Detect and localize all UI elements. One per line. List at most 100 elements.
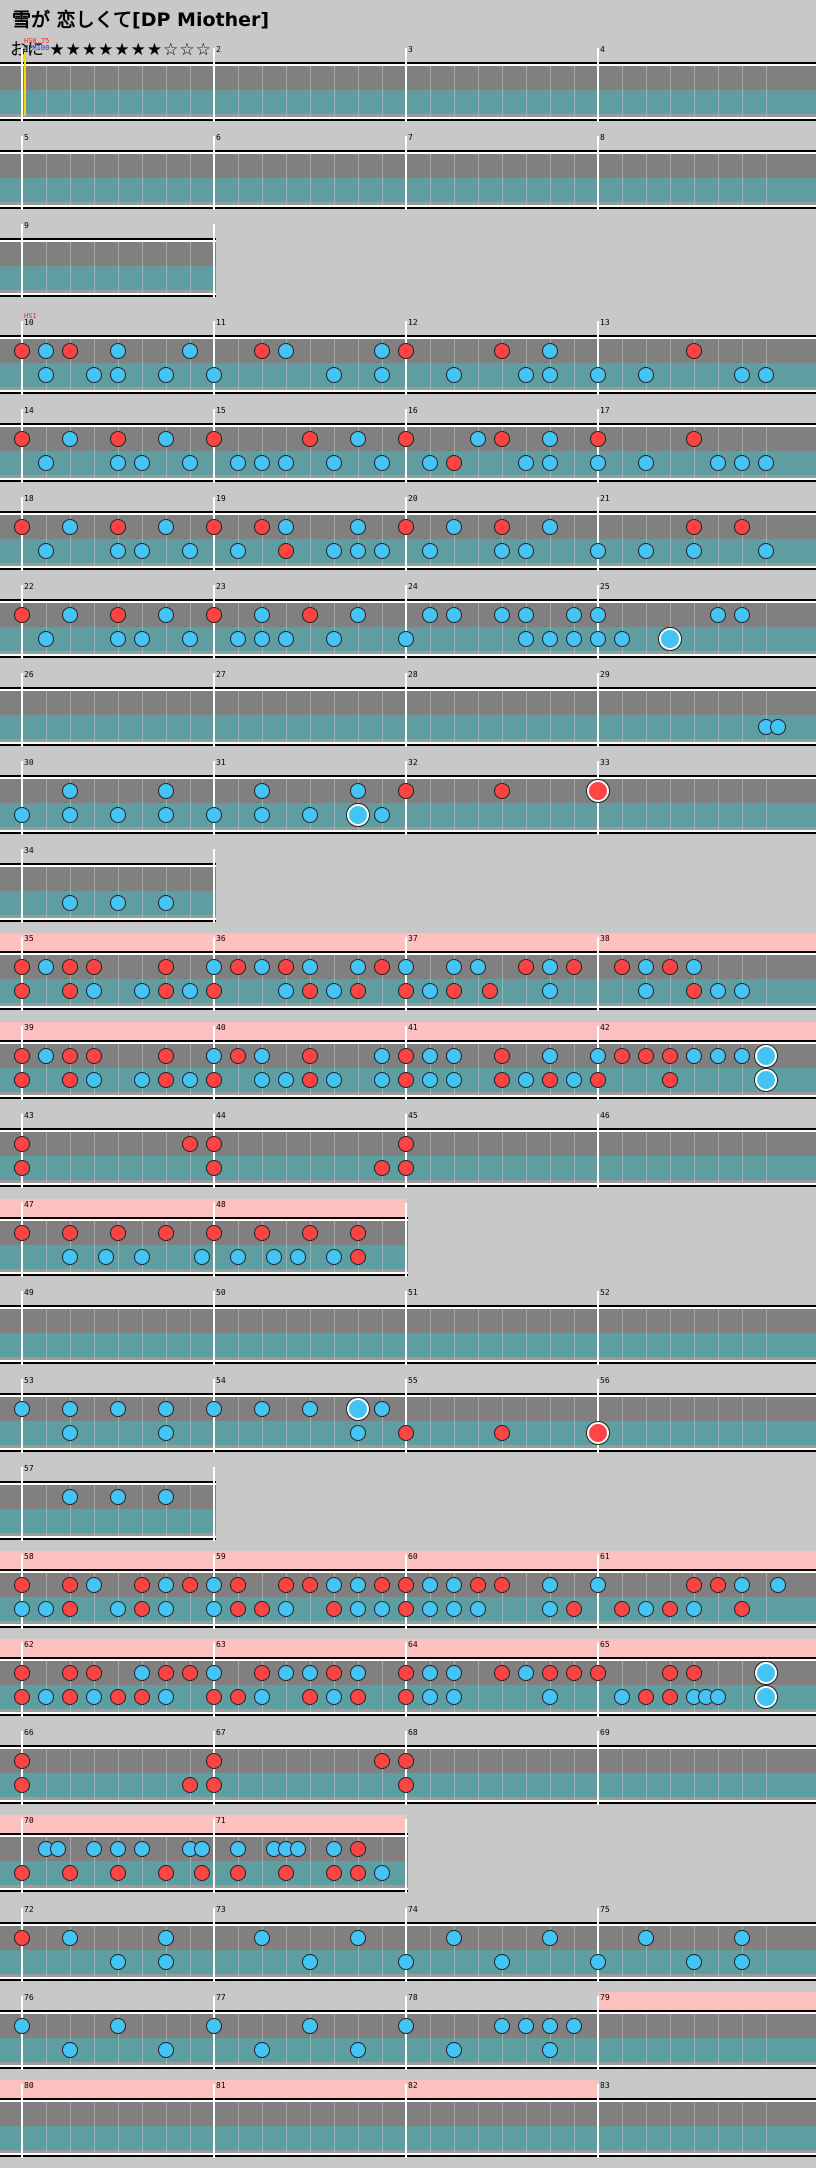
big-don-note [587,780,609,802]
don-note [398,1577,414,1593]
beat-line [334,1926,335,1977]
beat-line [118,691,119,742]
don-note [230,1601,246,1617]
beat-line [166,691,167,742]
ka-note [350,431,366,447]
beat-line [694,691,695,742]
ka-note [374,807,390,823]
chart-row: 18 19 20 21 [0,494,816,581]
measure-line [597,1114,599,1188]
ka-note [422,543,438,559]
measure-number: 61 [600,1552,610,1561]
don-note [446,455,462,471]
don-note [14,1689,30,1705]
beat-line [454,691,455,742]
beat-line [46,779,47,830]
ka-note [686,543,702,559]
measure-number: 5 [24,133,29,142]
don-note [398,1753,414,1769]
beat-line [670,1749,671,1800]
don-note [398,1777,414,1793]
don-note [482,983,498,999]
ka-note [278,519,294,535]
chart-row: 22 23 24 25 [0,582,816,669]
don-note [62,1072,78,1088]
ka-note [446,367,462,383]
don-note [374,959,390,975]
ka-note [590,1577,606,1593]
beat-line [262,1837,263,1888]
don-note [14,1048,30,1064]
beat-line [70,66,71,117]
ka-note [182,983,198,999]
chart-row: 1 2 3 4 HS0.75 BPM100 [0,38,816,132]
measure-number: 43 [24,1111,34,1120]
don-note [350,1249,366,1265]
difficulty-stars: ★★★★★★★☆☆☆ [49,40,212,60]
ka-note [638,1601,654,1617]
ka-note [770,719,786,735]
beat-line [670,154,671,205]
ka-note [110,895,126,911]
beat-line [718,339,719,390]
ka-note [14,1401,30,1417]
beat-line [190,154,191,205]
don-note [14,1930,30,1946]
beat-line [646,2102,647,2153]
beat-line [526,154,527,205]
don-note [86,959,102,975]
ka-note [350,607,366,623]
ka-note [542,631,558,647]
ka-note [326,1577,342,1593]
beat-line [742,2014,743,2065]
beat-line [694,2102,695,2153]
beat-line [502,66,503,117]
ka-note [590,1048,606,1064]
beat-line [718,691,719,742]
don-note [62,1577,78,1593]
beat-line [142,2014,143,2065]
beat-line [46,2102,47,2153]
measure-line [21,673,23,747]
beat-line [526,1309,527,1360]
ka-note [446,1072,462,1088]
beat-line [238,339,239,390]
beat-line [118,66,119,117]
ka-note [518,367,534,383]
beat-line [118,1309,119,1360]
ka-note [422,1577,438,1593]
chart-row: 14 15 16 17 [0,406,816,493]
beat-line [286,1132,287,1183]
don-note [662,1665,678,1681]
beat-line [502,691,503,742]
beat-line [286,1309,287,1360]
beat-line [46,1221,47,1272]
ka-note [254,2042,270,2058]
beat-line [382,1661,383,1712]
measure-number: 28 [408,670,418,679]
beat-line [718,515,719,566]
ka-note [494,2018,510,2034]
measure-number: 14 [24,406,34,415]
lane-gray [0,242,216,266]
ka-note [326,631,342,647]
don-note [614,959,630,975]
ka-note [590,543,606,559]
beat-line [694,603,695,654]
don-note [254,519,270,535]
measure-number: 52 [600,1288,610,1297]
ka-note [254,455,270,471]
lane-bottom-edge [0,1712,816,1716]
beat-line [142,154,143,205]
chart-row: 26 27 28 29 [0,670,816,757]
beat-line [430,2014,431,2065]
don-note [662,1601,678,1617]
ka-note [158,1577,174,1593]
beat-line [454,779,455,830]
ka-note [158,367,174,383]
ka-note [278,631,294,647]
beat-line [94,66,95,117]
measure-number: 56 [600,1376,610,1385]
beat-line [286,1221,287,1272]
ka-note [542,455,558,471]
